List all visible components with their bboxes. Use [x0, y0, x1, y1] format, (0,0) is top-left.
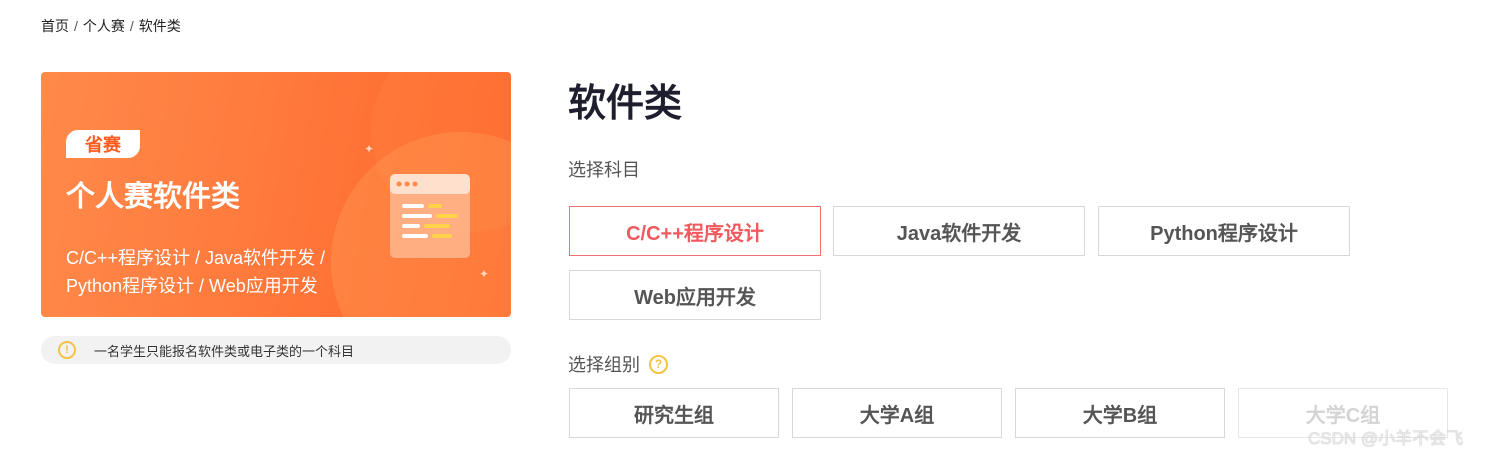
sparkle-icon: ✦	[364, 142, 375, 156]
banner-description-line: C/C++程序设计 / Java软件开发 /	[66, 248, 326, 268]
question-circle-icon[interactable]: ?	[649, 354, 668, 374]
group-option-graduate[interactable]: 研究生组	[569, 388, 779, 438]
breadcrumb-category-link[interactable]: 个人赛	[83, 16, 125, 36]
subject-label-text: 选择科目	[568, 160, 640, 180]
banner-description: C/C++程序设计 / Java软件开发 / Python程序设计 / Web应…	[66, 244, 366, 300]
registration-notice: ! 一名学生只能报名软件类或电子类的一个科目	[41, 336, 511, 364]
watermark: CSDN @小羊不会飞	[1308, 429, 1464, 448]
subject-option-java[interactable]: Java软件开发	[833, 206, 1085, 256]
breadcrumb: 首页 / 个人赛 / 软件类	[41, 16, 181, 36]
group-option-university-a[interactable]: 大学A组	[792, 388, 1002, 438]
banner-title: 个人赛软件类	[66, 181, 241, 213]
group-label: 选择组别 ?	[568, 351, 668, 377]
breadcrumb-current: 软件类	[138, 18, 181, 34]
subject-option-cpp[interactable]: C/C++程序设计	[569, 206, 821, 256]
province-badge: 省赛	[66, 130, 140, 158]
banner-description-line: Python程序设计 / Web应用开发	[66, 276, 318, 296]
page-title: 软件类	[568, 83, 683, 125]
breadcrumb-separator: /	[74, 18, 78, 34]
group-option-university-b[interactable]: 大学B组	[1015, 388, 1225, 438]
notice-text: 一名学生只能报名软件类或电子类的一个科目	[94, 343, 355, 359]
warning-icon: !	[58, 341, 76, 359]
code-window-icon	[390, 174, 470, 258]
subject-option-web[interactable]: Web应用开发	[569, 270, 821, 320]
subject-label: 选择科目	[568, 156, 640, 182]
sparkle-icon: ✦	[479, 267, 490, 281]
subject-option-python[interactable]: Python程序设计	[1098, 206, 1350, 256]
group-label-text: 选择组别	[568, 355, 640, 375]
breadcrumb-home-link[interactable]: 首页	[41, 16, 69, 36]
breadcrumb-separator: /	[129, 18, 134, 34]
competition-banner: 省赛 个人赛软件类 C/C++程序设计 / Java软件开发 / Python程…	[41, 72, 511, 317]
